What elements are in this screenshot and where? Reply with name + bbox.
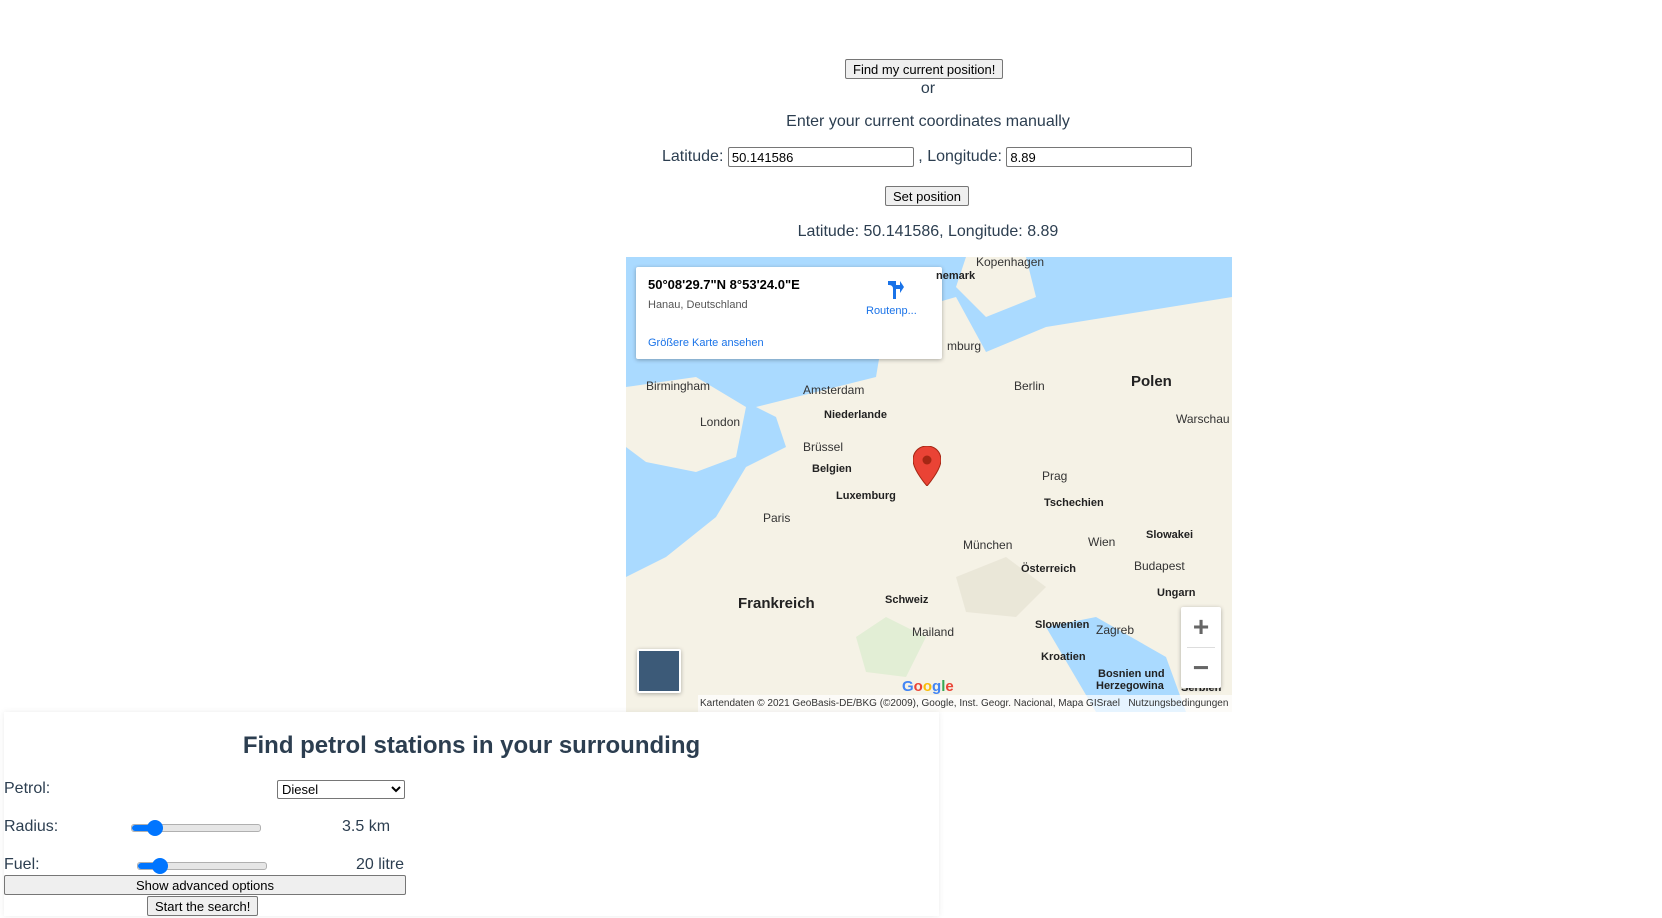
map-label-mailand: Mailand xyxy=(912,625,955,639)
map-label-munchen: München xyxy=(963,538,1013,552)
map-label-paris: Paris xyxy=(763,511,791,525)
start-search-button[interactable]: Start the search! xyxy=(147,896,259,916)
map-label-slowakei: Slowakei xyxy=(1146,529,1194,541)
longitude-label: , Longitude: xyxy=(918,148,1002,166)
radius-slider[interactable] xyxy=(131,820,261,836)
map-label-london: London xyxy=(700,415,741,429)
panel-title: Find petrol stations in your surrounding xyxy=(242,732,701,759)
radius-label: Radius: xyxy=(4,818,59,835)
map-label-bosnien: Bosnien und xyxy=(1098,668,1165,680)
zoom-controls: + − xyxy=(1181,607,1221,688)
find-position-button[interactable]: Find my current position! xyxy=(845,59,1004,79)
radius-value: 3.5 km xyxy=(342,818,391,835)
map-label-amsterdam: Amsterdam xyxy=(803,383,865,397)
longitude-input[interactable] xyxy=(1006,147,1193,167)
fuel-slider-thumb[interactable] xyxy=(152,858,168,874)
map-label-belgien: Belgien xyxy=(812,463,852,475)
latitude-label: Latitude: xyxy=(662,148,724,166)
attribution-text: Kartendaten © 2021 GeoBasis-DE/BKG (©200… xyxy=(700,698,1120,709)
larger-map-link[interactable]: Größere Karte ansehen xyxy=(648,337,764,349)
map-label-osterreich: Österreich xyxy=(1021,563,1077,575)
map-label-budapest: Budapest xyxy=(1134,559,1185,573)
map-label-zagreb: Zagreb xyxy=(1096,623,1135,637)
terms-link[interactable]: Nutzungsbedingungen xyxy=(1128,698,1228,709)
fuel-label: Fuel: xyxy=(4,856,40,873)
map-label-prag: Prag xyxy=(1042,469,1068,483)
map-label-niederlande: Niederlande xyxy=(824,409,887,421)
map-label-frankreich: Frankreich xyxy=(738,595,815,612)
map-label-kopenhagen: Kopenhagen xyxy=(976,257,1045,269)
map-label-brussel: Brüssel xyxy=(803,440,844,454)
place-name: Hanau, Deutschland xyxy=(648,299,748,311)
petrol-select[interactable]: Diesel xyxy=(277,780,405,799)
route-planner-link[interactable]: Routenp... xyxy=(866,305,917,317)
set-position-button[interactable]: Set position xyxy=(885,186,969,206)
directions-icon[interactable] xyxy=(884,279,908,301)
map-label-berlin: Berlin xyxy=(1014,379,1045,393)
coordinates-title: 50°08'29.7"N 8°53'24.0"E xyxy=(648,277,800,292)
radius-slider-thumb[interactable] xyxy=(147,820,163,836)
search-panel: Find petrol stations in your surrounding… xyxy=(4,712,939,916)
petrol-label: Petrol: xyxy=(4,780,51,797)
satellite-layer-toggle[interactable] xyxy=(637,649,681,693)
map-label-luxemburg: Luxemburg xyxy=(836,490,896,502)
map-label-tschechien: Tschechien xyxy=(1044,497,1104,509)
advanced-options-button[interactable]: Show advanced options xyxy=(4,875,406,895)
map-label-hamburg: mburg xyxy=(947,339,982,353)
map-attribution: Kartendaten © 2021 GeoBasis-DE/BKG (©200… xyxy=(698,695,1232,712)
map-embed[interactable]: 50°08'29.7"N 8°53'24.0"E Hanau, Deutschl… xyxy=(626,257,1232,712)
map-label-polen: Polen xyxy=(1131,373,1172,390)
manual-coordinates-heading: Enter your current coordinates manually xyxy=(786,113,1070,130)
location-info-card: 50°08'29.7"N 8°53'24.0"E Hanau, Deutschl… xyxy=(636,267,942,359)
or-text: or xyxy=(920,80,936,97)
map-label-warschau: Warschau xyxy=(1176,412,1230,426)
current-position-text: Latitude: 50.141586, Longitude: 8.89 xyxy=(797,223,1059,240)
zoom-in-button[interactable]: + xyxy=(1181,607,1221,647)
map-label-wien: Wien xyxy=(1088,535,1116,549)
location-marker-icon[interactable] xyxy=(913,446,941,486)
fuel-slider[interactable] xyxy=(137,858,267,874)
map-label-birmingham: Birmingham xyxy=(646,379,711,393)
map-label-slowenien: Slowenien xyxy=(1035,619,1090,631)
map-label-ungarn: Ungarn xyxy=(1157,587,1196,599)
map-label-kroatien: Kroatien xyxy=(1041,651,1086,663)
google-logo: Google xyxy=(902,678,954,695)
latitude-input[interactable] xyxy=(727,147,914,167)
map-label-danemark: nemark xyxy=(936,270,976,282)
map-label-herzegowina: Herzegowina xyxy=(1096,680,1164,692)
map-label-schweiz: Schweiz xyxy=(885,594,929,606)
coordinates-row: Latitude: , Longitude: xyxy=(662,147,1193,167)
zoom-out-button[interactable]: − xyxy=(1181,648,1221,688)
fuel-value: 20 litre xyxy=(356,856,405,873)
